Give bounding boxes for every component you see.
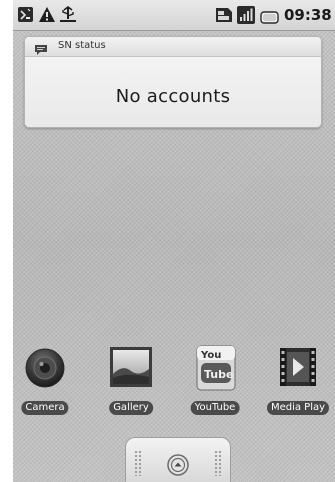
tray-grip-right bbox=[214, 450, 222, 476]
shortcut-label-gallery: Gallery bbox=[109, 401, 153, 415]
widget-message: No accounts bbox=[115, 86, 231, 107]
signal-icon bbox=[237, 6, 255, 28]
media-player-icon bbox=[268, 344, 328, 394]
widget-header: SN status bbox=[25, 37, 321, 57]
shortcut-label-youtube: YouTube bbox=[190, 401, 240, 415]
warning-icon bbox=[38, 6, 56, 27]
home-screen: 09:38 SN status No accounts Camera Galle… bbox=[13, 0, 335, 482]
svg-text:You: You bbox=[200, 350, 221, 361]
usb-connection-icon bbox=[59, 6, 77, 27]
shortcut-gallery[interactable]: Gallery bbox=[101, 344, 161, 420]
usb-debugging-icon bbox=[17, 6, 34, 27]
shortcut-camera[interactable]: Camera bbox=[15, 344, 75, 420]
sn-status-widget[interactable]: SN status No accounts bbox=[24, 36, 322, 128]
camera-icon bbox=[15, 344, 75, 394]
youtube-icon: You Tube bbox=[185, 344, 245, 394]
tray-grip-left bbox=[134, 450, 142, 476]
gallery-icon bbox=[101, 344, 161, 394]
launcher-tray[interactable] bbox=[125, 437, 231, 482]
shortcut-media-player[interactable]: Media Play bbox=[266, 344, 330, 420]
battery-icon bbox=[260, 9, 280, 28]
status-clock: 09:38 bbox=[284, 6, 332, 24]
shortcut-youtube[interactable]: You Tube YouTube bbox=[185, 344, 245, 420]
svg-text:Tube: Tube bbox=[204, 368, 233, 381]
chat-bubble-icon bbox=[34, 41, 48, 60]
shortcut-label-media-player: Media Play bbox=[266, 401, 330, 415]
launcher-up-icon[interactable] bbox=[167, 454, 189, 476]
shortcut-label-camera: Camera bbox=[21, 401, 69, 415]
status-bar[interactable]: 09:38 bbox=[13, 0, 335, 31]
widget-title: SN status bbox=[58, 40, 106, 51]
sim-card-icon bbox=[215, 6, 233, 28]
